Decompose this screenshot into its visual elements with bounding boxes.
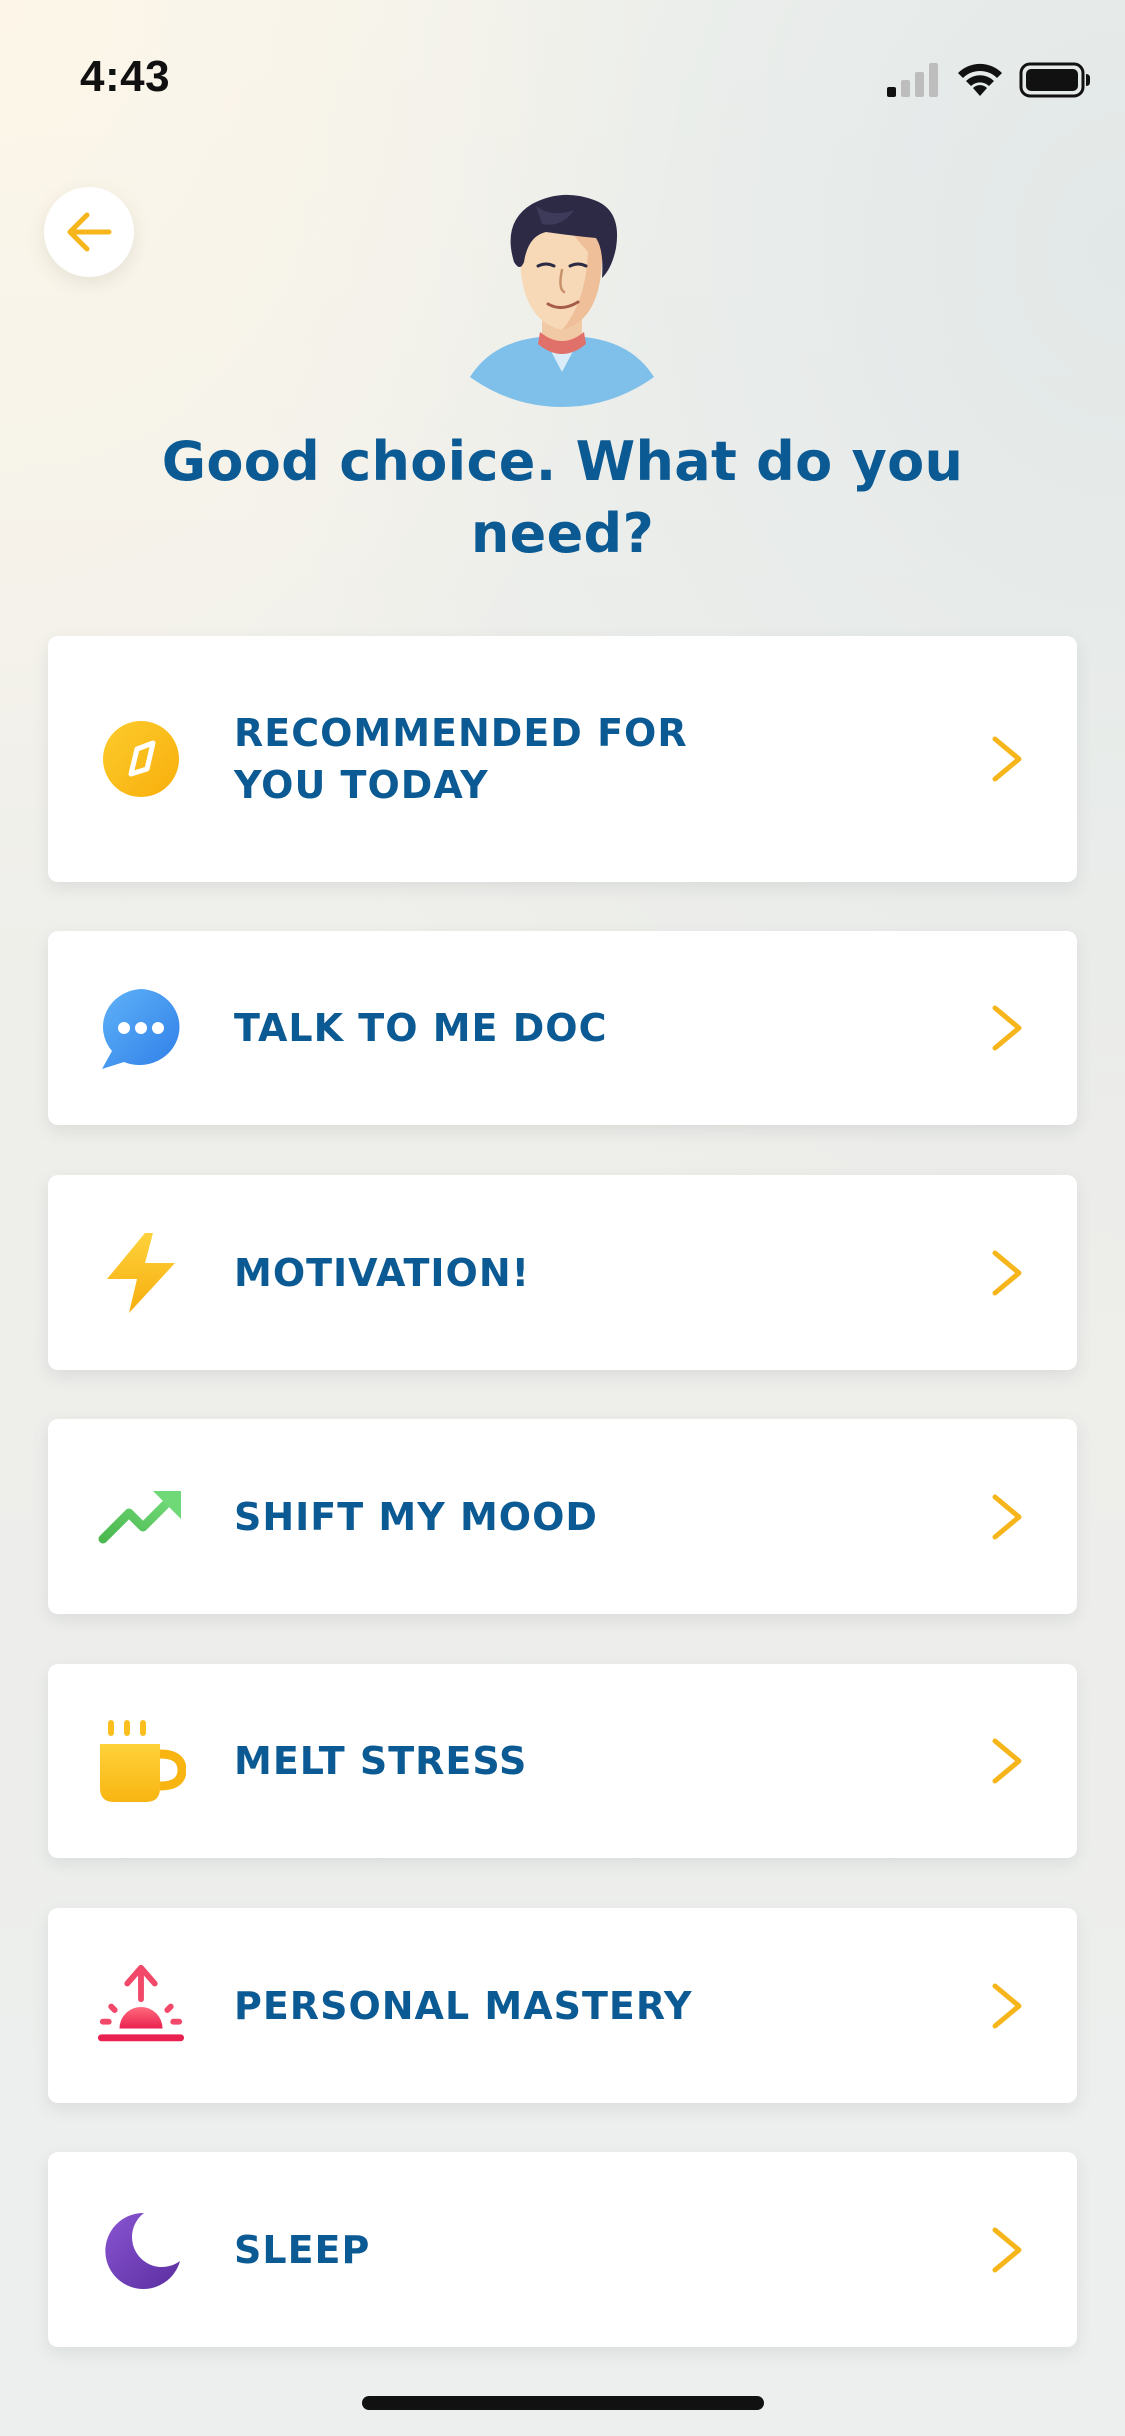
menu-item-label: PERSONAL MASTERY <box>234 1983 693 2028</box>
menu-item-label: MOTIVATION! <box>234 1250 530 1295</box>
doctor-avatar <box>462 192 662 407</box>
menu-item-personal-mastery[interactable]: PERSONAL MASTERY <box>48 1908 1077 2103</box>
arrow-left-icon <box>67 212 112 252</box>
chevron-right-icon <box>992 1494 1022 1539</box>
back-button[interactable] <box>44 187 134 277</box>
menu-item-melt-stress[interactable]: MELT STRESS <box>48 1664 1077 1858</box>
menu-item-sleep[interactable]: SLEEP <box>48 2152 1077 2347</box>
menu-item-shift-my-mood[interactable]: SHIFT MY MOOD <box>48 1419 1077 1614</box>
lightning-bolt-icon <box>96 1228 186 1318</box>
chevron-right-icon <box>992 1983 1022 2028</box>
moon-icon <box>96 2205 186 2295</box>
chevron-right-icon <box>992 736 1022 782</box>
menu-item-motivation[interactable]: MOTIVATION! <box>48 1175 1077 1370</box>
chevron-right-icon <box>992 1005 1022 1051</box>
menu-item-label: SHIFT MY MOOD <box>234 1494 598 1539</box>
trending-up-icon <box>96 1472 186 1562</box>
menu-item-recommended[interactable]: RECOMMENDED FOR YOU TODAY <box>48 636 1077 882</box>
chevron-right-icon <box>992 1738 1022 1784</box>
cellular-signal-icon <box>887 63 938 97</box>
sunrise-icon <box>96 1961 186 2051</box>
battery-icon <box>1019 62 1090 98</box>
coffee-mug-icon <box>96 1716 186 1806</box>
menu-item-label: MELT STRESS <box>234 1739 528 1783</box>
menu-item-label: RECOMMENDED FOR YOU TODAY <box>234 711 688 807</box>
chevron-right-icon <box>992 1250 1022 1295</box>
home-indicator[interactable] <box>362 2396 764 2410</box>
compass-icon <box>96 714 186 804</box>
page-title: Good choice. What do you need? <box>161 430 964 565</box>
status-icons <box>885 62 1091 98</box>
menu-item-label: SLEEP <box>234 2227 371 2272</box>
status-bar: 4:43 <box>0 0 1125 140</box>
menu-item-talk-to-me-doc[interactable]: TALK TO ME DOC <box>48 931 1077 1125</box>
menu-item-label: TALK TO ME DOC <box>234 1006 608 1050</box>
status-time: 4:43 <box>80 52 171 101</box>
chat-bubble-icon <box>96 983 186 1073</box>
chevron-right-icon <box>992 2227 1022 2272</box>
wifi-icon <box>958 63 1002 96</box>
